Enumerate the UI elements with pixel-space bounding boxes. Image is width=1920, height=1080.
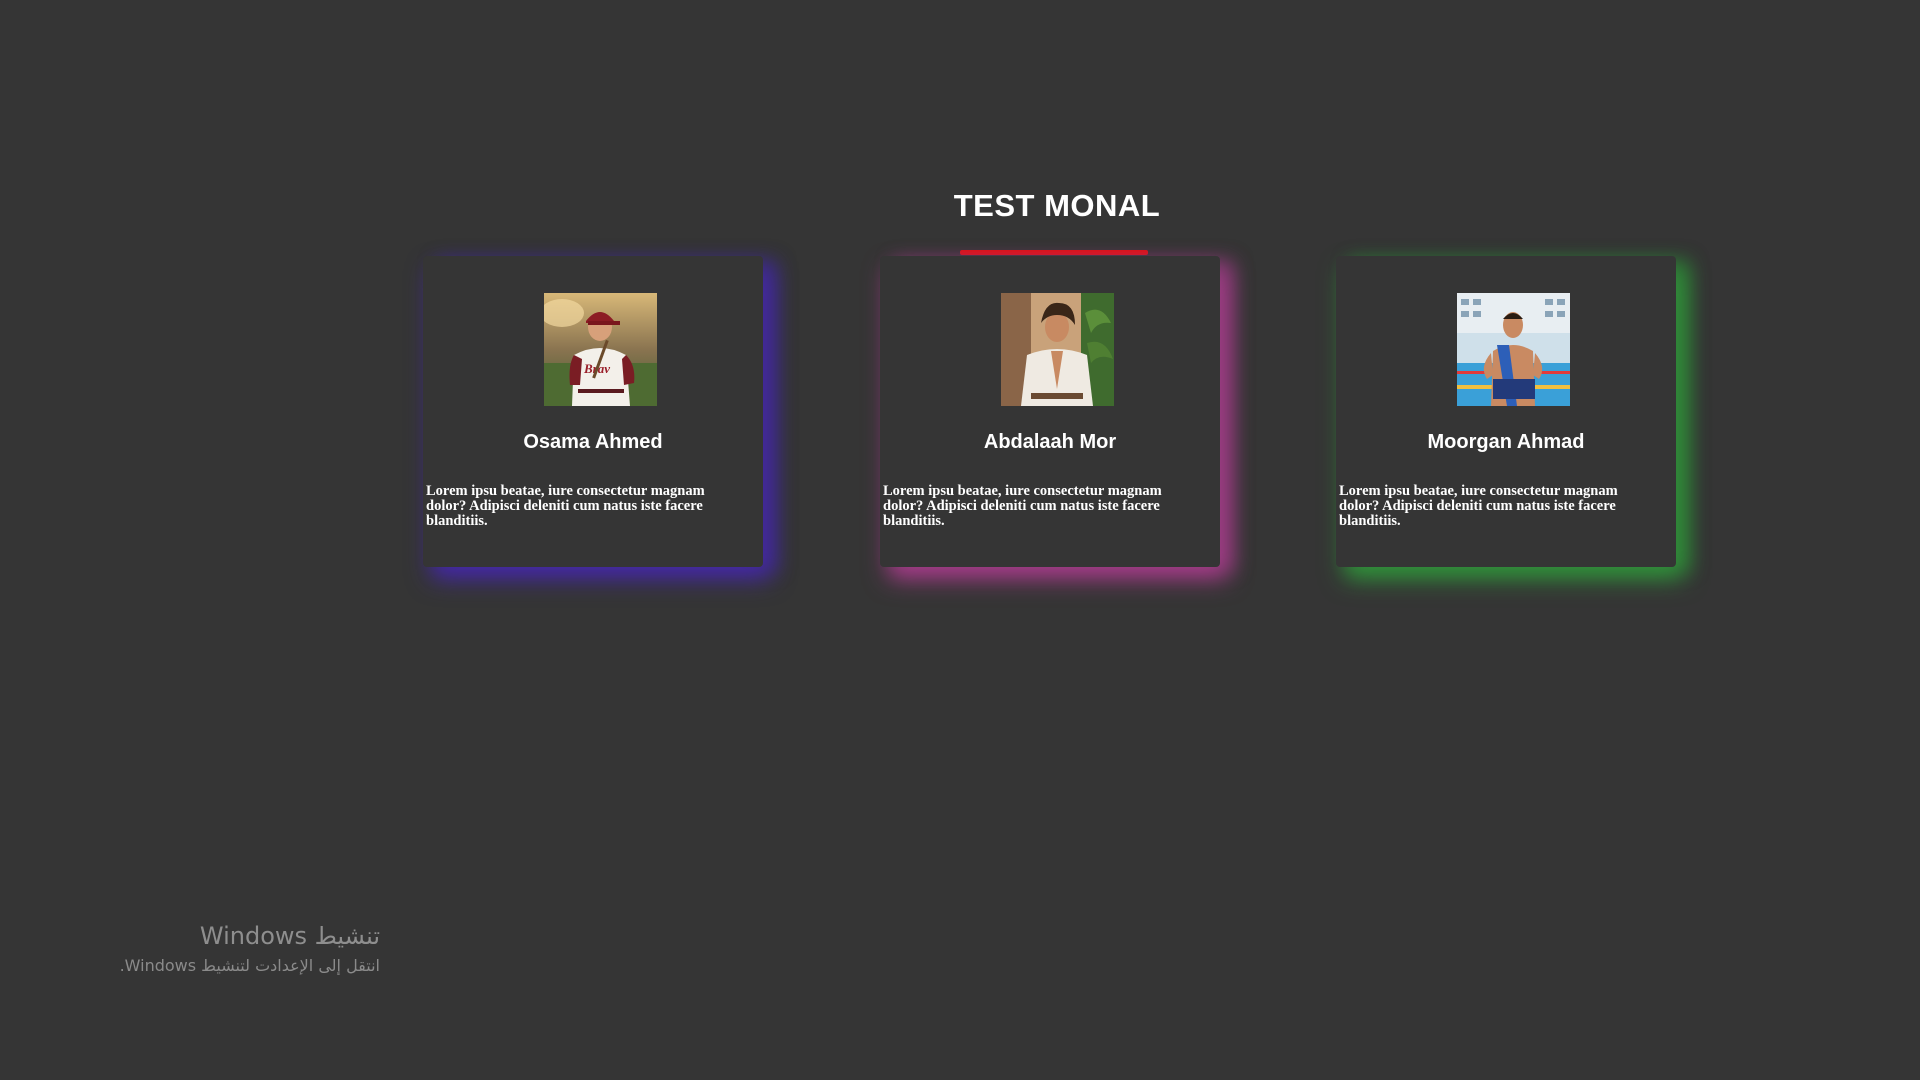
baseball-player-photo: Brav	[544, 293, 657, 406]
testimonial-card-2: Abdalaah Mor Lorem ipsu beatae, iure con…	[880, 256, 1220, 567]
watermark-title: تنشيط Windows	[199, 922, 380, 950]
title-underline	[960, 250, 1148, 255]
card-text: Lorem ipsu beatae, iure consectetur magn…	[1339, 483, 1618, 529]
page: TEST MONAL Brav	[0, 0, 1920, 1080]
avatar-abdalaah-mor	[1001, 293, 1114, 406]
card-name: Osama Ahmed	[523, 431, 663, 453]
avatar-osama-ahmed: Brav	[544, 293, 657, 406]
watermark-subtitle: انتقل إلى الإعدادت لتنشيط Windows.	[119, 956, 380, 975]
card-name: Moorgan Ahmad	[1427, 431, 1585, 453]
card-text: Lorem ipsu beatae, iure consectetur magn…	[426, 483, 705, 529]
windows-activation-watermark: تنشيط Windows انتقل إلى الإعدادت لتنشيط …	[120, 922, 380, 975]
man-white-shirt-photo	[1001, 293, 1114, 406]
testimonial-card-1: Brav Osama Ahmed Lorem ipsu beatae, iure…	[423, 256, 763, 567]
wrestler-poolside-photo	[1457, 293, 1570, 406]
section-title: TEST MONAL	[953, 188, 1161, 223]
testimonial-card-3: Moorgan Ahmad Lorem ipsu beatae, iure co…	[1336, 256, 1676, 567]
card-name: Abdalaah Mor	[983, 431, 1117, 453]
avatar-moorgan-ahmad	[1457, 293, 1570, 406]
card-text: Lorem ipsu beatae, iure consectetur magn…	[883, 483, 1162, 529]
